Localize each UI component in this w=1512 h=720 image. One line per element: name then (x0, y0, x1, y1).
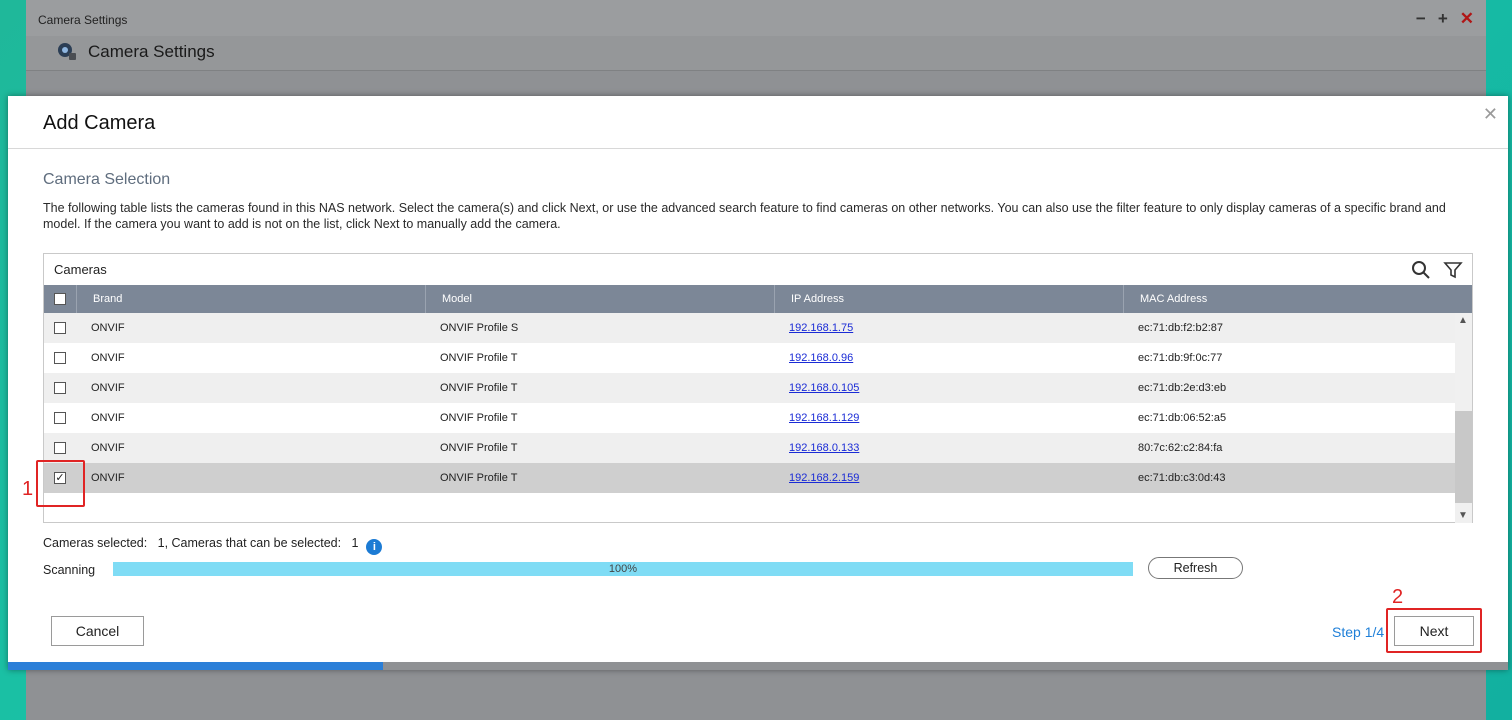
scan-progress-bar: 100% (113, 562, 1133, 576)
window-titlebar: Camera Settings − + ✕ (26, 0, 1486, 36)
cell-model: ONVIF Profile T (440, 382, 518, 394)
ip-link[interactable]: 192.168.1.75 (789, 322, 853, 334)
cell-brand: ONVIF (91, 472, 125, 484)
ip-link[interactable]: 192.168.0.96 (789, 352, 853, 364)
row-checkbox[interactable] (54, 382, 66, 394)
cell-ip[interactable]: 192.168.1.129 (789, 403, 859, 433)
select-all-cell (44, 285, 76, 313)
scroll-down-icon[interactable]: ▼ (1458, 510, 1468, 521)
row-checkbox[interactable] (54, 412, 66, 424)
cell-brand: ONVIF (91, 352, 125, 364)
minimize-icon[interactable]: − (1416, 10, 1426, 27)
cell-ip[interactable]: 192.168.0.96 (789, 343, 853, 373)
scroll-up-icon[interactable]: ▲ (1458, 315, 1468, 326)
row-checkbox[interactable] (54, 322, 66, 334)
search-icon[interactable] (1410, 259, 1432, 281)
panel-header: Cameras (44, 254, 1472, 285)
cell-mac: ec:71:db:c3:0d:43 (1138, 472, 1226, 484)
selection-info-text: Cameras selected: 1, Cameras that can be… (43, 536, 359, 550)
panel-tools (1410, 259, 1464, 281)
annotation-box-2 (1386, 608, 1482, 653)
wizard-progress-bar (8, 662, 1508, 670)
cell-model: ONVIF Profile T (440, 412, 518, 424)
table-scrollbar[interactable]: ▲ ▼ (1455, 313, 1472, 523)
cell-ip[interactable]: 192.168.0.133 (789, 433, 859, 463)
scroll-thumb[interactable] (1455, 411, 1472, 503)
cell-brand: ONVIF (91, 322, 125, 334)
cell-ip[interactable]: 192.168.2.159 (789, 463, 859, 493)
panel-title: Cameras (54, 262, 107, 277)
refresh-button[interactable]: Refresh (1148, 557, 1243, 579)
cell-model: ONVIF Profile T (440, 442, 518, 454)
info-icon[interactable]: i (366, 539, 383, 555)
ip-link[interactable]: 192.168.1.129 (789, 412, 859, 424)
app-header-title: Camera Settings (88, 42, 215, 61)
column-header-ip[interactable]: IP Address (774, 285, 1123, 313)
table-row[interactable]: ONVIF ONVIF Profile T 192.168.0.96 ec:71:db… (44, 343, 1457, 373)
cell-mac: 80:7c:62:c2:84:fa (1138, 442, 1223, 454)
cell-model: ONVIF Profile S (440, 322, 519, 334)
annotation-number-2: 2 (1392, 586, 1404, 608)
cell-brand: ONVIF (91, 412, 125, 424)
cell-brand: ONVIF (91, 382, 125, 394)
add-camera-dialog: Add Camera ✕ Camera Selection The follow… (8, 96, 1508, 670)
ip-link[interactable]: 192.168.0.105 (789, 382, 859, 394)
cell-mac: ec:71:db:06:52:a5 (1138, 412, 1227, 424)
divider (8, 148, 1508, 149)
section-title: Camera Selection (43, 171, 171, 188)
app-header: Camera Settings (26, 36, 1486, 71)
cell-model: ONVIF Profile T (440, 472, 518, 484)
cell-ip[interactable]: 192.168.0.105 (789, 373, 859, 403)
table-row[interactable]: ONVIF ONVIF Profile S 192.168.1.75 ec:71:db… (44, 313, 1457, 343)
table-row[interactable]: ✓ ONVIF ONVIF Profile T 192.168.2.159 ec:71:… (44, 463, 1457, 493)
dialog-title: Add Camera (43, 112, 156, 134)
cell-mac: ec:71:db:f2:b2:87 (1138, 322, 1224, 334)
row-checkbox[interactable] (54, 442, 66, 454)
table-header: Brand Model IP Address MAC Address (44, 285, 1472, 313)
close-window-icon[interactable]: ✕ (1460, 10, 1474, 27)
ip-link[interactable]: 192.168.2.159 (789, 472, 859, 484)
table-row[interactable]: ONVIF ONVIF Profile T 192.168.0.133 80:7c:6… (44, 433, 1457, 463)
scan-progress-text: 100% (608, 563, 638, 575)
column-header-brand[interactable]: Brand (76, 285, 425, 313)
cell-mac: ec:71:db:9f:0c:77 (1138, 352, 1223, 364)
step-indicator: Step 1/4 (1332, 624, 1385, 640)
selection-info: Cameras selected: 1, Cameras that can be… (43, 536, 383, 555)
column-header-mac[interactable]: MAC Address (1123, 285, 1473, 313)
table-row[interactable]: ONVIF ONVIF Profile T 192.168.0.105 ec:71:d… (44, 373, 1457, 403)
wizard-progress-fill (8, 662, 383, 670)
column-header-model[interactable]: Model (425, 285, 774, 313)
cell-mac: ec:71:db:2e:d3:eb (1138, 382, 1227, 394)
description-text: The following table lists the cameras fo… (43, 201, 1446, 231)
row-checkbox[interactable] (54, 352, 66, 364)
window-title: Camera Settings (38, 13, 128, 27)
cameras-table-panel: Cameras Brand Model IP Address MAC Addre… (43, 253, 1473, 523)
annotation-number-1: 1 (22, 478, 34, 500)
select-all-checkbox[interactable] (54, 293, 66, 305)
maximize-icon[interactable]: + (1438, 10, 1448, 27)
window-controls: − + ✕ (1416, 10, 1474, 27)
filter-icon[interactable] (1442, 259, 1464, 281)
close-icon[interactable]: ✕ (1483, 104, 1498, 125)
annotation-box-1 (36, 460, 85, 507)
cell-ip[interactable]: 192.168.1.75 (789, 313, 853, 343)
table-row[interactable]: ONVIF ONVIF Profile T 192.168.1.129 ec:71:d… (44, 403, 1457, 433)
cell-model: ONVIF Profile T (440, 352, 518, 364)
cancel-button[interactable]: Cancel (51, 616, 144, 646)
scanning-label: Scanning (43, 563, 96, 577)
ip-link[interactable]: 192.168.0.133 (789, 442, 859, 454)
camera-settings-icon (56, 40, 78, 62)
cell-brand: ONVIF (91, 442, 125, 454)
table-body: ONVIF ONVIF Profile S 192.168.1.75 ec:71:db… (44, 313, 1457, 523)
